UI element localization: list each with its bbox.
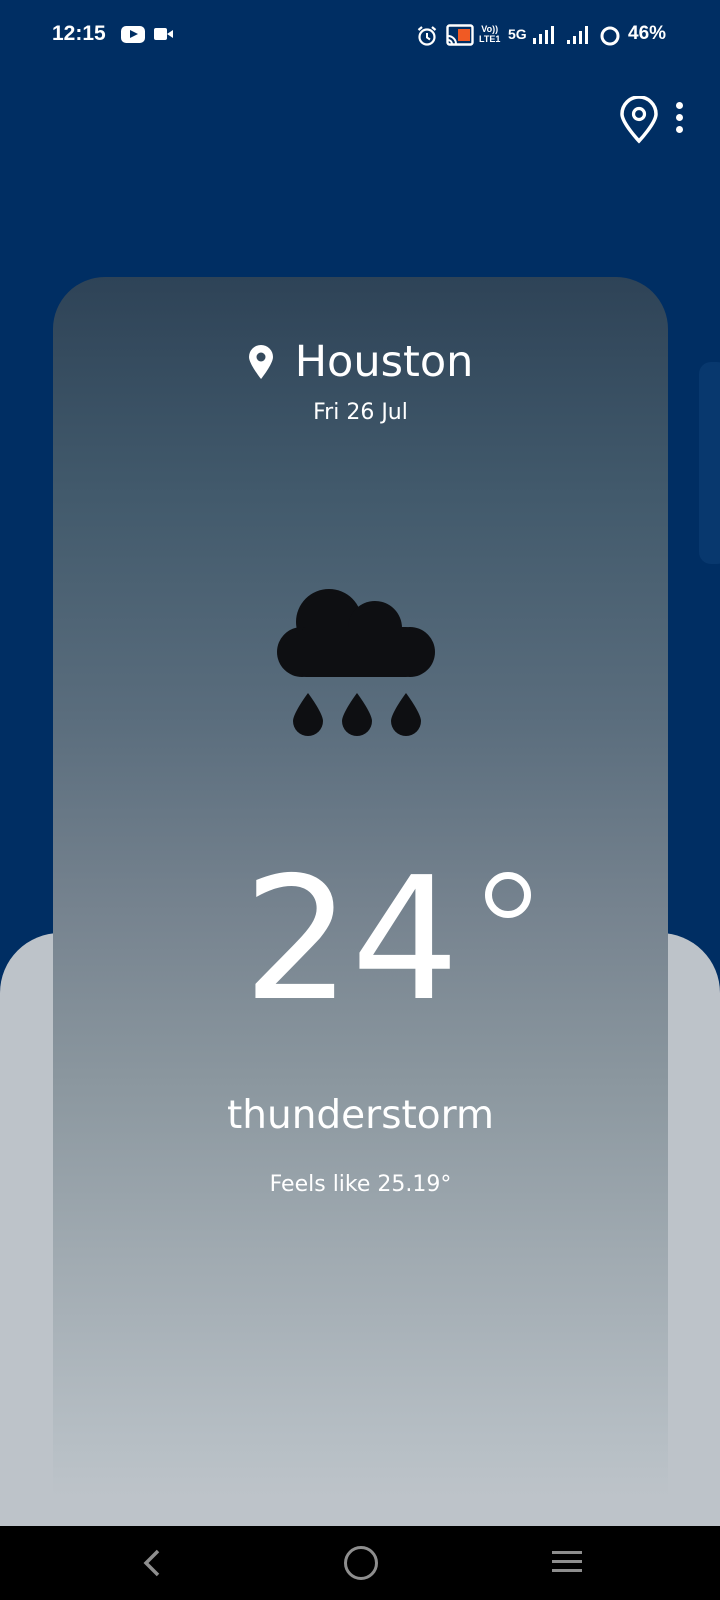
degree-symbol <box>485 872 531 918</box>
city-name: Houston <box>294 337 474 387</box>
city-row: Houston <box>53 337 668 387</box>
weather-card: Houston Fri 26 Jul 24 thunderstorm Feels… <box>53 277 668 1497</box>
volte-indicator: Vo)) LTE1 <box>479 24 500 44</box>
network-type: 5G <box>508 26 527 42</box>
battery-level: 46% <box>628 23 667 44</box>
cloud-rain-icon <box>277 589 435 736</box>
video-camera-icon <box>154 28 173 40</box>
volte-top: Vo)) <box>481 24 499 34</box>
status-time: 12:15 <box>52 22 106 45</box>
feels-like: Feels like 25.19° <box>269 1172 452 1197</box>
more-vert-icon[interactable] <box>672 102 686 136</box>
back-icon[interactable] <box>140 1548 164 1578</box>
alarm-icon <box>417 26 437 46</box>
weather-condition: thunderstorm <box>226 1093 495 1138</box>
temperature-value: 24 <box>243 841 460 1039</box>
location-pin-outline-icon[interactable] <box>618 96 660 144</box>
battery-icon <box>600 26 620 46</box>
recents-icon[interactable] <box>551 1550 583 1574</box>
temperature: 24 <box>243 855 531 1025</box>
volte-bottom: LTE1 <box>479 34 501 44</box>
date-text: Fri 26 Jul <box>313 400 408 425</box>
status-bar: 12:15 Vo)) LTE1 5G 46% <box>0 0 720 70</box>
signal-icon <box>533 26 554 44</box>
cast-icon <box>446 24 474 46</box>
side-panel-tab[interactable] <box>699 362 720 564</box>
youtube-icon <box>121 26 145 43</box>
navigation-bar <box>0 1526 720 1600</box>
signal-icon <box>567 26 588 44</box>
home-icon[interactable] <box>344 1546 378 1580</box>
location-pin-icon <box>248 345 273 379</box>
